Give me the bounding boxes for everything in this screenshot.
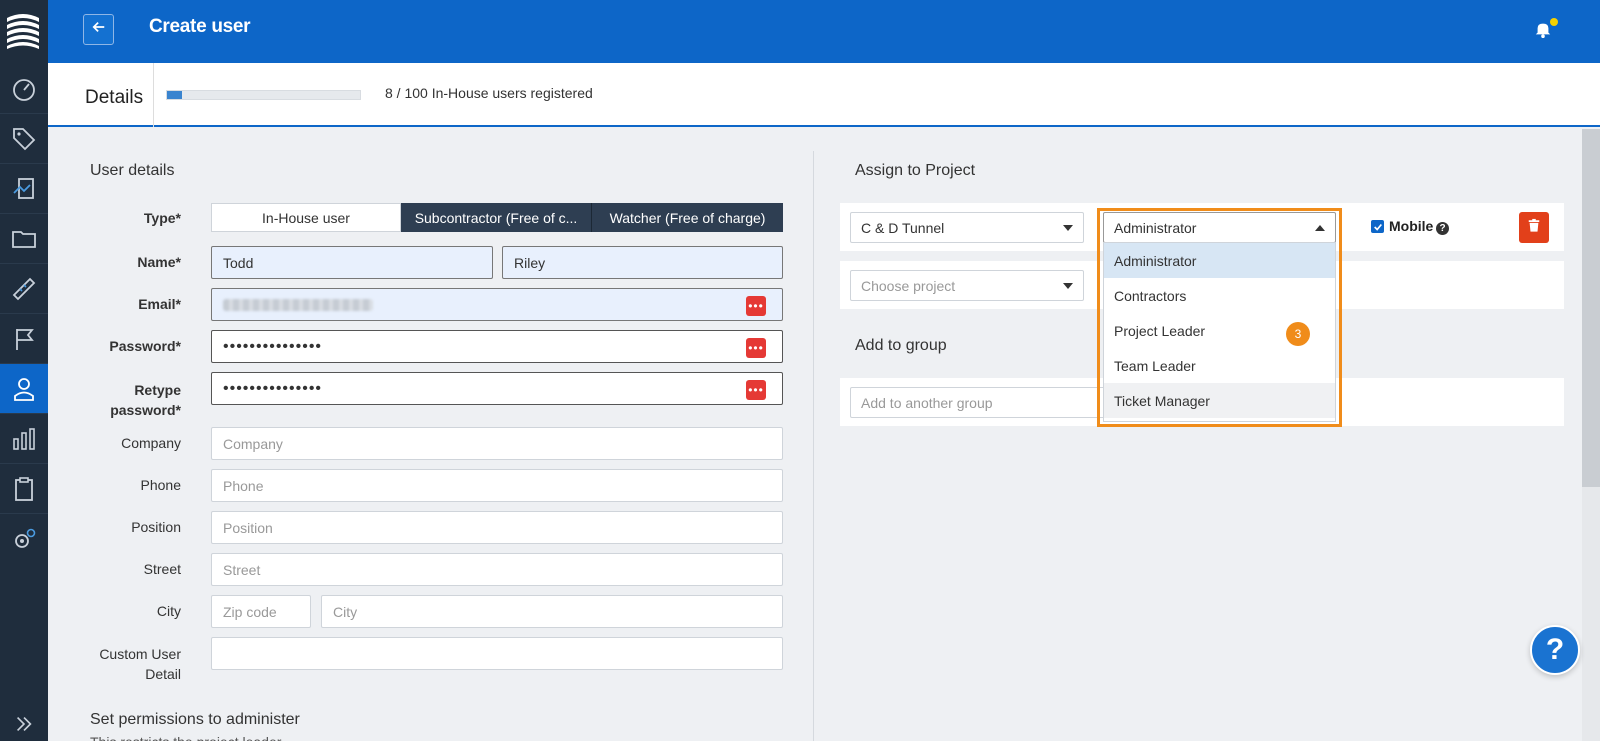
top-bar: Create user (48, 0, 1600, 63)
trash-icon (1527, 218, 1541, 238)
column-divider (813, 151, 814, 741)
zip-placeholder: Zip code (223, 603, 277, 620)
scrollbar-thumb[interactable] (1582, 129, 1600, 487)
delete-assignment-button[interactable] (1519, 212, 1549, 243)
mobile-checkbox[interactable] (1371, 220, 1384, 233)
company-input[interactable]: Company (211, 427, 783, 460)
last-name-value: Riley (514, 254, 546, 271)
add-to-group-title: Add to group (855, 337, 947, 354)
scrollbar[interactable] (1582, 129, 1600, 741)
password-manager-icon[interactable]: ••• (746, 338, 766, 358)
email-input[interactable]: ••• (211, 288, 783, 321)
project-select[interactable]: C & D Tunnel (850, 212, 1084, 243)
company-placeholder: Company (223, 435, 283, 452)
retype-password-input[interactable]: ••••••••••••••• ••• (211, 372, 783, 405)
street-placeholder: Street (223, 561, 261, 578)
mobile-label: Mobile (1389, 218, 1434, 234)
chevron-down-icon (1063, 225, 1073, 231)
password-manager-icon[interactable]: ••• (746, 380, 766, 400)
users-progress-bar (166, 90, 361, 100)
role-select[interactable]: Administrator (1103, 212, 1336, 243)
custom-label-line2: Detail (145, 666, 181, 682)
double-chevron-right-icon[interactable] (0, 706, 48, 741)
password-label: Password* (109, 338, 181, 354)
password-value: ••••••••••••••• (223, 337, 323, 355)
phone-input[interactable]: Phone (211, 469, 783, 502)
retype-password-label: Retype password* (41, 380, 181, 420)
tags-icon[interactable] (0, 114, 48, 164)
custom-label-line1: Custom User (99, 646, 181, 662)
choose-project-placeholder: Choose project (861, 277, 956, 294)
details-bar: Details 8 / 100 In-House users registere… (48, 63, 1600, 127)
role-option-contractors[interactable]: Contractors (1104, 278, 1335, 313)
phone-placeholder: Phone (223, 477, 264, 494)
zip-code-input[interactable]: Zip code (211, 595, 311, 628)
redacted-email (223, 298, 373, 311)
street-label: Street (143, 561, 181, 577)
assign-project-title: Assign to Project (855, 162, 976, 179)
permissions-title: Set permissions to administer (90, 711, 300, 728)
role-option-ticket-manager[interactable]: Ticket Manager (1104, 383, 1335, 418)
reports-icon[interactable] (0, 164, 48, 214)
page-title: Create user (149, 16, 251, 37)
choose-project-select[interactable]: Choose project (850, 270, 1084, 301)
help-button[interactable]: ? (1530, 625, 1580, 675)
custom-user-detail-label: Custom User Detail (41, 644, 181, 684)
type-subcontractor-button[interactable]: Subcontractor (Free of c... (401, 203, 592, 232)
type-watcher-button[interactable]: Watcher (Free of charge) (592, 203, 783, 232)
type-label: Type* (143, 210, 181, 226)
position-placeholder: Position (223, 519, 273, 536)
sidebar (0, 0, 48, 741)
position-label: Position (131, 519, 181, 535)
retype-password-value: ••••••••••••••• (223, 379, 323, 397)
last-name-input[interactable]: Riley (502, 246, 783, 279)
street-input[interactable]: Street (211, 553, 783, 586)
retype-label-line2: password* (110, 402, 181, 418)
project-select-value: C & D Tunnel (861, 219, 945, 236)
permissions-subtitle: This restricts the project leader... (90, 734, 390, 741)
password-input[interactable]: ••••••••••••••• ••• (211, 330, 783, 363)
first-name-input[interactable]: Todd (211, 246, 493, 279)
arrow-left-icon (92, 20, 106, 39)
notification-dot (1550, 18, 1558, 26)
app-logo[interactable] (5, 12, 41, 50)
dashboard-icon[interactable] (0, 64, 48, 114)
users-progress-fill (167, 91, 183, 99)
chevron-up-icon (1315, 225, 1325, 231)
role-option-team-leader[interactable]: Team Leader (1104, 348, 1335, 383)
custom-user-detail-input[interactable] (211, 637, 783, 670)
position-input[interactable]: Position (211, 511, 783, 544)
step-badge: 3 (1286, 322, 1310, 346)
company-label: Company (121, 435, 181, 451)
first-name-value: Todd (223, 254, 254, 271)
add-group-placeholder: Add to another group (861, 394, 993, 411)
name-label: Name* (137, 254, 181, 270)
city-input[interactable]: City (321, 595, 783, 628)
phone-label: Phone (140, 477, 181, 493)
password-manager-icon[interactable]: ••• (746, 296, 766, 316)
user-details-title: User details (90, 162, 175, 179)
city-label: City (156, 603, 181, 619)
back-button[interactable] (83, 14, 114, 45)
divider (153, 63, 154, 127)
role-option-administrator[interactable]: Administrator (1104, 243, 1335, 278)
type-in-house-button[interactable]: In-House user (211, 203, 401, 232)
email-label: Email* (138, 296, 181, 312)
add-group-select[interactable]: Add to another group (850, 387, 1110, 418)
city-placeholder: City (333, 603, 358, 620)
users-registered-count: 8 / 100 In-House users registered (385, 85, 593, 101)
chevron-down-icon (1063, 283, 1073, 289)
role-select-value: Administrator (1114, 219, 1197, 236)
details-title: Details (85, 87, 144, 108)
retype-label-line1: Retype (134, 382, 181, 398)
user-type-selector: In-House user Subcontractor (Free of c..… (211, 203, 783, 232)
question-icon[interactable]: ? (1436, 222, 1449, 235)
